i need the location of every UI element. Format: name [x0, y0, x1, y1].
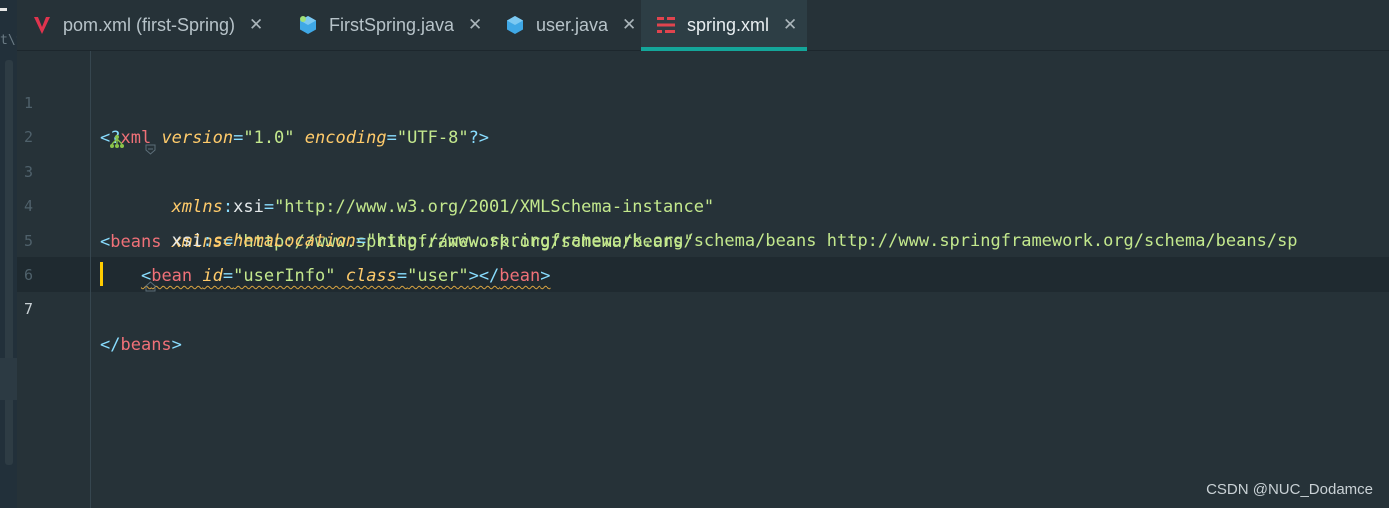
- tab-pom-xml[interactable]: pom.xml (first-Spring) ✕: [17, 0, 283, 50]
- fold-end-icon[interactable]: [84, 235, 156, 292]
- tab-label: FirstSpring.java: [329, 14, 455, 35]
- close-icon[interactable]: ✕: [783, 15, 797, 35]
- fold-icon[interactable]: [84, 98, 156, 155]
- project-panel-edge: t\f: [0, 0, 23, 508]
- code-editor[interactable]: 1 <?xml version="1.0" encoding="UTF-8"?>…: [17, 51, 1389, 508]
- maven-icon: [31, 14, 53, 36]
- spring-xml-icon: [655, 14, 677, 36]
- tab-firstspring-java[interactable]: FirstSpring.java ✕: [283, 0, 490, 50]
- code-line-current: 7: [17, 257, 1389, 318]
- editor-tab-bar: pom.xml (first-Spring) ✕ FirstSpring.jav…: [17, 0, 1389, 51]
- code-token: beans: [120, 335, 172, 355]
- tab-label: user.java: [536, 14, 609, 35]
- close-icon[interactable]: ✕: [468, 15, 482, 35]
- code-line: 2 <beans xmlns="http://www.springframewo…: [17, 85, 1389, 252]
- code-text[interactable]: </beans>: [100, 328, 182, 363]
- spring-bean-hierarchy-icon[interactable]: [47, 94, 125, 148]
- line-number: 7: [24, 300, 34, 318]
- panel-scrollbar[interactable]: [5, 60, 13, 465]
- code-line: 1 <?xml version="1.0" encoding="UTF-8"?>: [17, 51, 1389, 148]
- panel-marker: [0, 8, 7, 11]
- tab-user-java[interactable]: user.java ✕: [490, 0, 641, 50]
- text-caret: [100, 262, 103, 286]
- watermark: CSDN @NUC_Dodamce: [1206, 481, 1373, 498]
- close-icon[interactable]: ✕: [622, 15, 636, 35]
- java-class-icon: [297, 14, 319, 36]
- tab-label: pom.xml (first-Spring): [63, 14, 236, 35]
- code-line: 6 </beans>: [17, 223, 1389, 355]
- panel-selection: [0, 358, 17, 400]
- code-line: 5 <bean id="userInfo" class="user"></bea…: [17, 189, 1389, 286]
- tab-label: spring.xml: [687, 14, 770, 35]
- code-line: 3 xmlns:xsi="http://www.w3.org/2001/XMLS…: [17, 120, 1389, 217]
- code-token: </: [100, 335, 121, 355]
- code-token: >: [171, 335, 182, 355]
- close-icon[interactable]: ✕: [249, 15, 263, 35]
- tab-spring-xml[interactable]: spring.xml ✕: [641, 0, 807, 51]
- java-class-icon: [504, 14, 526, 36]
- code-line: 4 xsi:schemaLocation="http://www.springf…: [17, 154, 1389, 251]
